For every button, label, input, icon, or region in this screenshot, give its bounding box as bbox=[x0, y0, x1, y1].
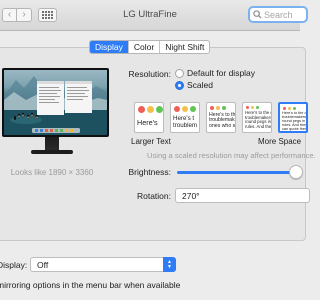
wallpaper-image bbox=[4, 70, 107, 135]
window-controls-icon bbox=[283, 107, 296, 110]
monitor-stand-base bbox=[31, 150, 73, 154]
tab-color[interactable]: Color bbox=[127, 41, 159, 53]
resolution-default-label: Default for display bbox=[187, 68, 256, 78]
resolution-default-radio[interactable] bbox=[175, 68, 184, 78]
larger-text-label: Larger Text bbox=[131, 137, 171, 146]
resolution-label: Resolution: bbox=[128, 69, 171, 79]
scaling-sample-text: Here's to th troublemak ones who se bbox=[209, 112, 236, 129]
rotation-select[interactable]: 270° bbox=[175, 188, 310, 203]
resolution-scaled-option[interactable]: Scaled bbox=[175, 80, 213, 90]
more-space-label: More Space bbox=[258, 137, 302, 146]
scaling-sample-text: Here's to the c troublemakers round pegs… bbox=[245, 110, 272, 129]
airplay-display-select[interactable]: Off ▲ ▼ bbox=[30, 257, 176, 272]
rotation-label: Rotation: bbox=[136, 191, 171, 201]
brightness-label: Brightness: bbox=[128, 167, 171, 177]
airplay-display-label: Display: bbox=[0, 260, 28, 270]
scaling-sample-text: Here's t troublem bbox=[173, 115, 198, 129]
wallpaper-landscape bbox=[4, 76, 107, 135]
window-controls-icon bbox=[246, 106, 259, 109]
mirroring-options-text: mirroring options in the menu bar when a… bbox=[0, 280, 181, 290]
title-bar: ‹ › LG UltraFine bbox=[0, 0, 308, 31]
scaling-option-more-space[interactable]: Here's to the cr troublemakers. T round … bbox=[278, 102, 308, 133]
scaling-option-2[interactable]: Here's t troublem bbox=[170, 102, 200, 133]
window-controls-icon bbox=[210, 106, 226, 110]
scaling-sample-text: Here's to the cr troublemakers. T round … bbox=[282, 111, 308, 133]
search-input[interactable] bbox=[264, 9, 304, 20]
scaled-resolution-note: Using a scaled resolution may affect per… bbox=[147, 151, 316, 160]
resolution-scaled-radio[interactable] bbox=[175, 80, 184, 90]
resolution-scaled-label: Scaled bbox=[187, 80, 213, 90]
tab-display[interactable]: Display bbox=[90, 41, 128, 53]
scaling-option-3[interactable]: Here's to th troublemak ones who se bbox=[206, 102, 236, 133]
resolution-default-option[interactable]: Default for display bbox=[175, 68, 255, 78]
window-controls-icon bbox=[174, 106, 196, 112]
looks-like-resolution: Looks like 1890 × 3360 bbox=[10, 168, 94, 177]
rotation-value: 270° bbox=[182, 190, 200, 201]
scaling-sample-text: Here's bbox=[137, 118, 158, 127]
brightness-slider-track[interactable] bbox=[177, 171, 300, 174]
tab-night-shift[interactable]: Night Shift bbox=[159, 41, 209, 53]
search-icon bbox=[253, 10, 262, 19]
search-field[interactable] bbox=[248, 6, 308, 23]
monitor-stand-neck bbox=[45, 137, 59, 151]
tab-bar: Display Color Night Shift bbox=[89, 40, 211, 54]
window-controls-icon bbox=[138, 106, 163, 113]
airplay-display-value: Off bbox=[37, 259, 49, 270]
scaling-option-4[interactable]: Here's to the c troublemakers round pegs… bbox=[242, 102, 272, 133]
scaling-options: Here's Here's t troublem Here's to th tr… bbox=[134, 102, 308, 133]
scaling-option-larger-text[interactable]: Here's bbox=[134, 102, 164, 133]
select-stepper-icon: ▲ ▼ bbox=[163, 257, 176, 272]
brightness-slider-knob[interactable] bbox=[288, 165, 303, 179]
display-preview bbox=[2, 68, 109, 137]
